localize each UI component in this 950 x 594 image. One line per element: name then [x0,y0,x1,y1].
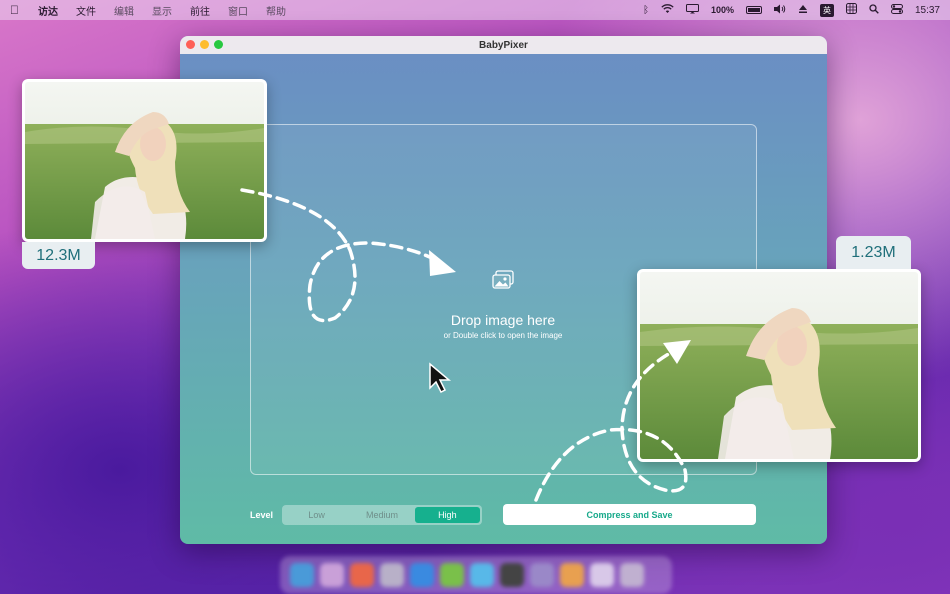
bluetooth-icon[interactable]: ᛒ [643,5,649,16]
maximize-button[interactable] [214,40,223,49]
dock-app-icon[interactable] [320,563,344,587]
dock [280,556,672,594]
level-label: Level [250,510,274,520]
display-icon[interactable] [685,3,699,17]
compressed-size-badge: 1.23M [836,236,911,269]
volume-icon[interactable] [773,4,786,17]
menu-help[interactable]: 帮助 [266,3,286,18]
original-photo [25,82,264,239]
dock-app-icon[interactable] [290,563,314,587]
window-controls [186,40,223,49]
close-button[interactable] [186,40,195,49]
compressed-photo [640,272,918,459]
level-option-low[interactable]: Low [284,507,349,523]
original-size-badge: 12.3M [22,242,95,269]
level-segmented-control: Low Medium High [282,505,482,525]
menu-file[interactable]: 文件 [76,3,96,18]
mouse-pointer-icon [428,362,454,399]
eject-icon[interactable] [798,4,808,17]
drop-subtitle: or Double click to open the image [443,331,563,340]
level-option-medium[interactable]: Medium [349,507,414,523]
dock-app-icon[interactable] [350,563,374,587]
status-area: ᛒ 100% 英 15:37 [643,3,940,17]
menu-finder[interactable]: 访达 [38,3,58,18]
grid-menu-icon[interactable] [845,3,857,17]
battery-percent: 100% [710,5,734,15]
search-icon[interactable] [869,3,879,17]
dock-app-icon[interactable] [590,563,614,587]
menu-window[interactable]: 窗口 [228,3,248,18]
level-option-high[interactable]: High [414,507,480,523]
window-title: BabyPixer [479,39,528,51]
menu-view[interactable]: 显示 [152,3,172,18]
dock-app-icon[interactable] [470,563,494,587]
input-method-indicator[interactable]: 英 [819,3,834,17]
battery-icon[interactable] [745,6,762,14]
wifi-icon[interactable] [661,3,674,17]
dock-app-icon[interactable] [620,563,644,587]
control-center-icon[interactable] [890,3,903,17]
menu-go[interactable]: 前往 [190,3,210,18]
title-bar[interactable]: BabyPixer [180,36,827,54]
menu-bar:  访达 文件 编辑 显示 前往 窗口 帮助 ᛒ 100% 英 15:37 [0,0,950,20]
dock-app-icon[interactable] [530,563,554,587]
photos-icon [491,270,515,295]
dock-app-icon[interactable] [560,563,584,587]
menu-edit[interactable]: 编辑 [114,3,134,18]
compressed-photo-card [637,269,921,462]
apple-icon[interactable]:  [10,3,22,17]
dock-app-icon[interactable] [380,563,404,587]
menu-clock[interactable]: 15:37 [915,5,940,16]
dock-app-icon[interactable] [410,563,434,587]
drop-title: Drop image here [450,312,556,328]
original-photo-card [22,79,267,242]
minimize-button[interactable] [200,40,209,49]
dock-app-icon[interactable] [440,563,464,587]
compress-and-save-button[interactable]: Compress and Save [503,504,756,525]
dock-app-icon[interactable] [500,563,524,587]
